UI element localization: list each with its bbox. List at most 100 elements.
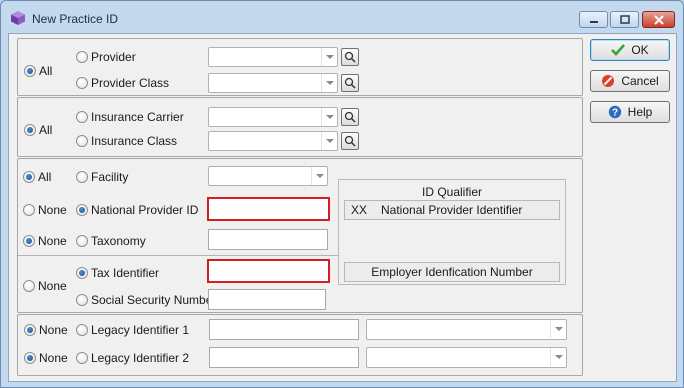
tax-none-radio[interactable]: None [23, 278, 67, 294]
insurance-group: All Insurance Carrier Insurance Class [17, 97, 583, 157]
facility-combo[interactable] [208, 166, 328, 186]
legacy1-combo[interactable] [366, 319, 567, 340]
id-qualifier-row-ein[interactable]: Employer Idenfication Number [344, 262, 560, 282]
checkmark-icon [611, 43, 626, 57]
ssn-field[interactable] [209, 290, 325, 309]
provider-class-label: Provider Class [91, 76, 170, 90]
tax-identifier-field[interactable] [209, 261, 328, 281]
taxonomy-label: Taxonomy [91, 234, 146, 248]
facility-radio[interactable]: Facility [76, 169, 128, 185]
provider-lookup-button[interactable] [341, 48, 359, 66]
close-button[interactable] [642, 11, 675, 28]
dialog-window: New Practice ID All Provider Provider Cl… [0, 0, 684, 388]
provider-all-radio[interactable]: All [24, 63, 52, 79]
provider-combo[interactable] [208, 47, 338, 67]
search-icon [344, 51, 356, 63]
cube-icon [11, 11, 25, 25]
radio-icon [76, 111, 88, 123]
legacy2-input[interactable] [209, 347, 359, 368]
radio-icon [76, 235, 88, 247]
facility-all-label: All [38, 170, 52, 184]
ssn-input[interactable] [208, 289, 326, 310]
chevron-down-icon[interactable] [311, 167, 327, 185]
radio-selected-icon [76, 204, 88, 216]
radio-icon [76, 324, 88, 336]
maximize-icon [619, 15, 630, 24]
tax-identifier-label: Tax Identifier [91, 266, 160, 280]
legacy2-label: Legacy Identifier 2 [91, 351, 190, 365]
taxonomy-none-label: None [38, 234, 67, 248]
cancel-icon [601, 74, 615, 88]
facility-all-radio[interactable]: All [23, 169, 51, 185]
legacy1-label: Legacy Identifier 1 [91, 323, 190, 337]
id-qualifier-title: ID Qualifier [421, 185, 483, 199]
radio-selected-icon [24, 352, 36, 364]
insurance-class-combo[interactable] [208, 131, 338, 151]
radio-icon [23, 204, 35, 216]
title-bar[interactable]: New Practice ID [1, 1, 683, 31]
id-qualifier-description: Employer Idenfication Number [371, 265, 533, 279]
legacy2-combo[interactable] [366, 347, 567, 368]
tax-identifier-radio[interactable]: Tax Identifier [76, 265, 159, 281]
tax-identifier-input[interactable] [207, 259, 330, 283]
id-qualifier-row-npi[interactable]: XX National Provider Identifier [344, 200, 560, 220]
chevron-down-icon[interactable] [321, 74, 337, 92]
taxonomy-radio[interactable]: Taxonomy [76, 233, 146, 249]
facility-label: Facility [91, 170, 129, 184]
radio-selected-icon [24, 324, 36, 336]
search-icon [344, 77, 356, 89]
legacy2-none-label: None [39, 351, 68, 365]
help-button[interactable]: ? Help [590, 101, 670, 123]
provider-all-label: All [39, 64, 53, 78]
maximize-button[interactable] [610, 11, 639, 28]
radio-selected-icon [23, 235, 35, 247]
provider-radio[interactable]: Provider [76, 49, 136, 65]
minimize-button[interactable] [579, 11, 608, 28]
chevron-down-icon[interactable] [550, 320, 566, 338]
cancel-button[interactable]: Cancel [590, 70, 670, 92]
npi-none-radio[interactable]: None [23, 202, 67, 218]
close-icon [653, 14, 664, 25]
radio-icon [23, 280, 35, 292]
ssn-radio[interactable]: Social Security Number [76, 292, 216, 308]
legacy2-radio[interactable]: Legacy Identifier 2 [76, 350, 189, 366]
chevron-down-icon[interactable] [321, 132, 337, 150]
radio-icon [76, 171, 88, 183]
legacy1-input[interactable] [209, 319, 359, 340]
insurance-carrier-combo[interactable] [208, 107, 338, 127]
legacy2-field[interactable] [210, 348, 358, 367]
insurance-carrier-label: Insurance Carrier [91, 110, 184, 124]
help-icon: ? [608, 105, 622, 119]
ok-label: OK [631, 43, 649, 57]
insurance-carrier-radio[interactable]: Insurance Carrier [76, 109, 184, 125]
ssn-label: Social Security Number [91, 293, 217, 307]
provider-class-combo[interactable] [208, 73, 338, 93]
provider-class-lookup-button[interactable] [341, 74, 359, 92]
insurance-carrier-lookup-button[interactable] [341, 108, 359, 126]
radio-icon [76, 352, 88, 364]
provider-group: All Provider Provider Class [17, 38, 583, 96]
provider-class-radio[interactable]: Provider Class [76, 75, 169, 91]
legacy1-none-radio[interactable]: None [24, 322, 68, 338]
insurance-all-radio[interactable]: All [24, 122, 52, 138]
npi-label: National Provider ID [91, 203, 199, 217]
legacy1-field[interactable] [210, 320, 358, 339]
insurance-class-radio[interactable]: Insurance Class [76, 133, 177, 149]
npi-input[interactable] [207, 197, 330, 221]
npi-radio[interactable]: National Provider ID [76, 202, 198, 218]
npi-field[interactable] [209, 199, 328, 219]
radio-selected-icon [76, 267, 88, 279]
legacy1-radio[interactable]: Legacy Identifier 1 [76, 322, 189, 338]
insurance-class-lookup-button[interactable] [341, 132, 359, 150]
tax-none-label: None [38, 279, 67, 293]
id-qualifier-description: National Provider Identifier [381, 203, 523, 217]
taxonomy-none-radio[interactable]: None [23, 233, 67, 249]
legacy2-none-radio[interactable]: None [24, 350, 68, 366]
chevron-down-icon[interactable] [550, 348, 566, 366]
chevron-down-icon[interactable] [321, 48, 337, 66]
taxonomy-field[interactable] [209, 230, 327, 249]
ok-button[interactable]: OK [590, 39, 670, 61]
taxonomy-input[interactable] [208, 229, 328, 250]
chevron-down-icon[interactable] [321, 108, 337, 126]
minimize-icon [589, 20, 598, 23]
